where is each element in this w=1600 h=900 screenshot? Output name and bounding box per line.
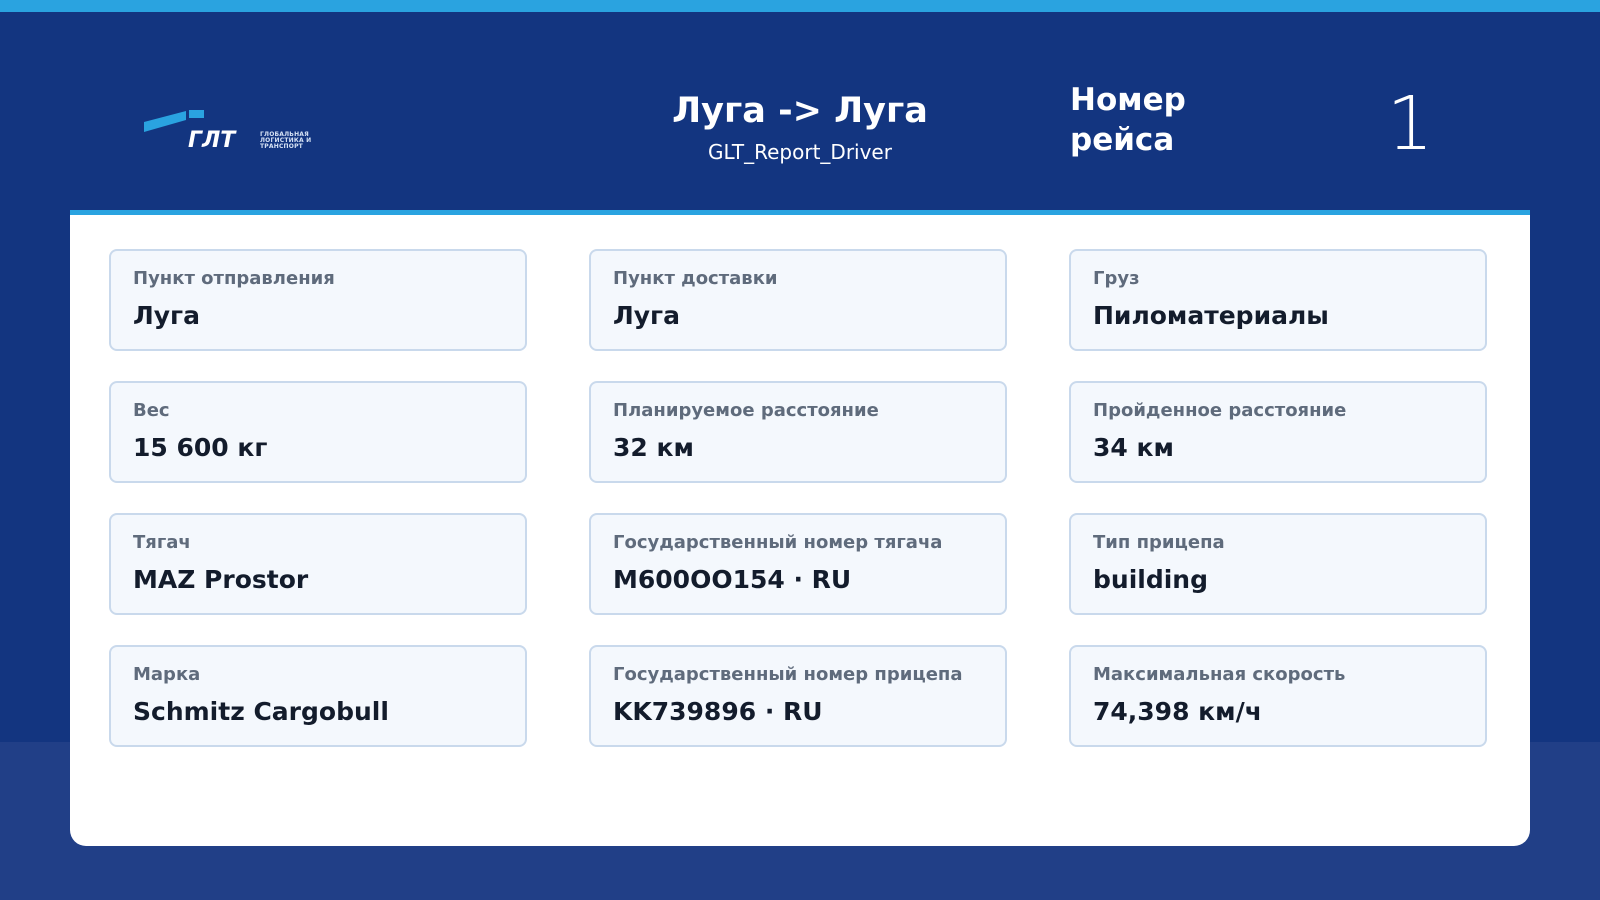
panel-accent-bar bbox=[70, 210, 1530, 215]
card-label: Вес bbox=[133, 400, 170, 421]
trip-number-label: Номер рейса bbox=[1070, 82, 1186, 158]
card-label: Государственный номер тягача bbox=[613, 532, 943, 553]
card-weight: Вес 15 600 кг bbox=[109, 381, 527, 483]
card-label: Груз bbox=[1093, 268, 1140, 289]
trip-number-value: 1 bbox=[1386, 81, 1434, 167]
card-value: 32 км bbox=[613, 433, 694, 462]
card-label: Тип прицепа bbox=[1093, 532, 1225, 553]
details-panel: Пункт отправления Луга Пункт доставки Лу… bbox=[70, 210, 1530, 846]
card-trailer-plate: Государственный номер прицепа KK739896 ·… bbox=[589, 645, 1007, 747]
card-departure: Пункт отправления Луга bbox=[109, 249, 527, 351]
card-tractor: Тягач MAZ Prostor bbox=[109, 513, 527, 615]
card-brand: Марка Schmitz Cargobull bbox=[109, 645, 527, 747]
card-label: Тягач bbox=[133, 532, 191, 553]
route-block: Луга -> Луга GLT_Report_Driver bbox=[600, 88, 1000, 166]
card-value: M600OO154 · RU bbox=[613, 565, 852, 594]
card-value: Луга bbox=[133, 301, 200, 330]
report-name: GLT_Report_Driver bbox=[708, 140, 892, 164]
logo-tagline: ГЛОБАЛЬНАЯ ЛОГИСТИКА И ТРАНСПОРТ bbox=[260, 132, 311, 150]
card-cargo: Груз Пиломатериалы bbox=[1069, 249, 1487, 351]
card-label: Пункт доставки bbox=[613, 268, 778, 289]
card-label: Планируемое расстояние bbox=[613, 400, 879, 421]
card-value: MAZ Prostor bbox=[133, 565, 309, 594]
card-label: Пункт отправления bbox=[133, 268, 335, 289]
card-label: Марка bbox=[133, 664, 201, 685]
card-value: Луга bbox=[613, 301, 680, 330]
card-value: 34 км bbox=[1093, 433, 1174, 462]
card-value: 74,398 км/ч bbox=[1093, 697, 1262, 726]
card-delivery: Пункт доставки Луга bbox=[589, 249, 1007, 351]
card-label: Государственный номер прицепа bbox=[613, 664, 963, 685]
card-value: building bbox=[1093, 565, 1208, 594]
card-value: 15 600 кг bbox=[133, 433, 268, 462]
card-value: Пиломатериалы bbox=[1093, 301, 1329, 330]
top-accent-strip bbox=[0, 0, 1600, 12]
card-label: Максимальная скорость bbox=[1093, 664, 1346, 685]
card-value: KK739896 · RU bbox=[613, 697, 823, 726]
logo-abbr: ГЛТ bbox=[188, 128, 237, 153]
card-value: Schmitz Cargobull bbox=[133, 697, 389, 726]
card-tractor-plate: Государственный номер тягача M600OO154 ·… bbox=[589, 513, 1007, 615]
card-traveled-distance: Пройденное расстояние 34 км bbox=[1069, 381, 1487, 483]
card-max-speed: Максимальная скорость 74,398 км/ч bbox=[1069, 645, 1487, 747]
glt-logo: ГЛТ ГЛОБАЛЬНАЯ ЛОГИСТИКА И ТРАНСПОРТ bbox=[144, 110, 319, 154]
card-trailer-type: Тип прицепа building bbox=[1069, 513, 1487, 615]
card-planned-distance: Планируемое расстояние 32 км bbox=[589, 381, 1007, 483]
card-label: Пройденное расстояние bbox=[1093, 400, 1347, 421]
route-title: Луга -> Луга bbox=[672, 91, 928, 131]
logo-tagline-line: ТРАНСПОРТ bbox=[260, 143, 303, 150]
